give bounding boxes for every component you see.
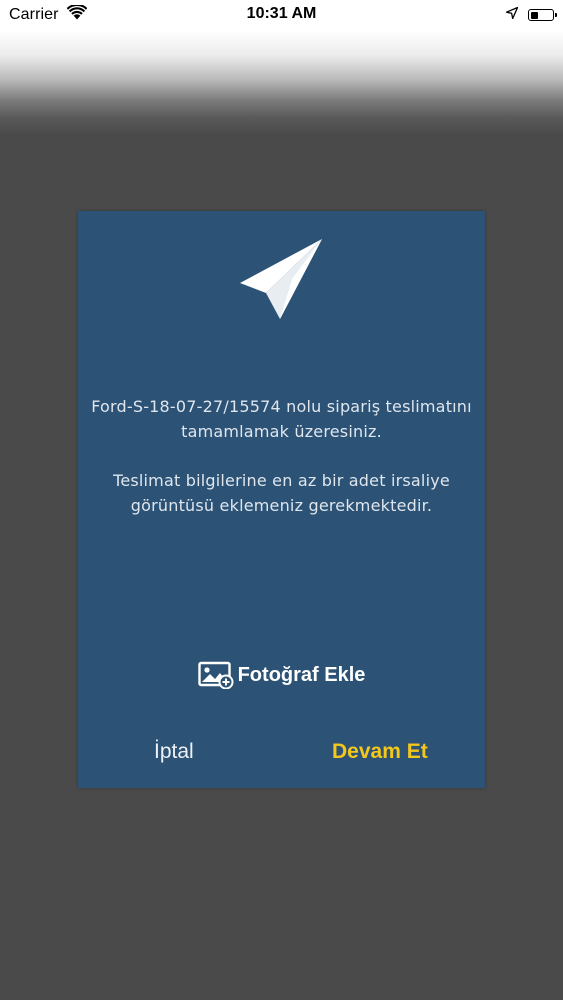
status-right — [505, 6, 557, 24]
location-arrow-icon — [505, 6, 519, 24]
status-time: 10:31 AM — [246, 5, 317, 22]
status-bar: Carrier 10:31 AM — [0, 0, 563, 30]
battery-level — [530, 11, 538, 19]
add-photo-label: Fotoğraf Ekle — [237, 663, 366, 686]
battery-nub — [555, 13, 557, 17]
cancel-button[interactable]: İptal — [154, 740, 194, 764]
continue-button[interactable]: Devam Et — [332, 740, 428, 764]
delivery-confirm-dialog: Ford-S-18-07-27/15574 nolu sipariş tesli… — [78, 211, 485, 788]
paper-plane-icon — [236, 235, 324, 321]
battery-icon — [528, 9, 557, 21]
order-message: Ford-S-18-07-27/15574 nolu sipariş tesli… — [91, 397, 472, 441]
add-photo-button[interactable]: Fotoğraf Ekle — [78, 659, 485, 691]
photo-requirement-message: Teslimat bilgilerine en az bir adet irsa… — [113, 471, 450, 515]
add-photo-icon — [197, 661, 234, 690]
